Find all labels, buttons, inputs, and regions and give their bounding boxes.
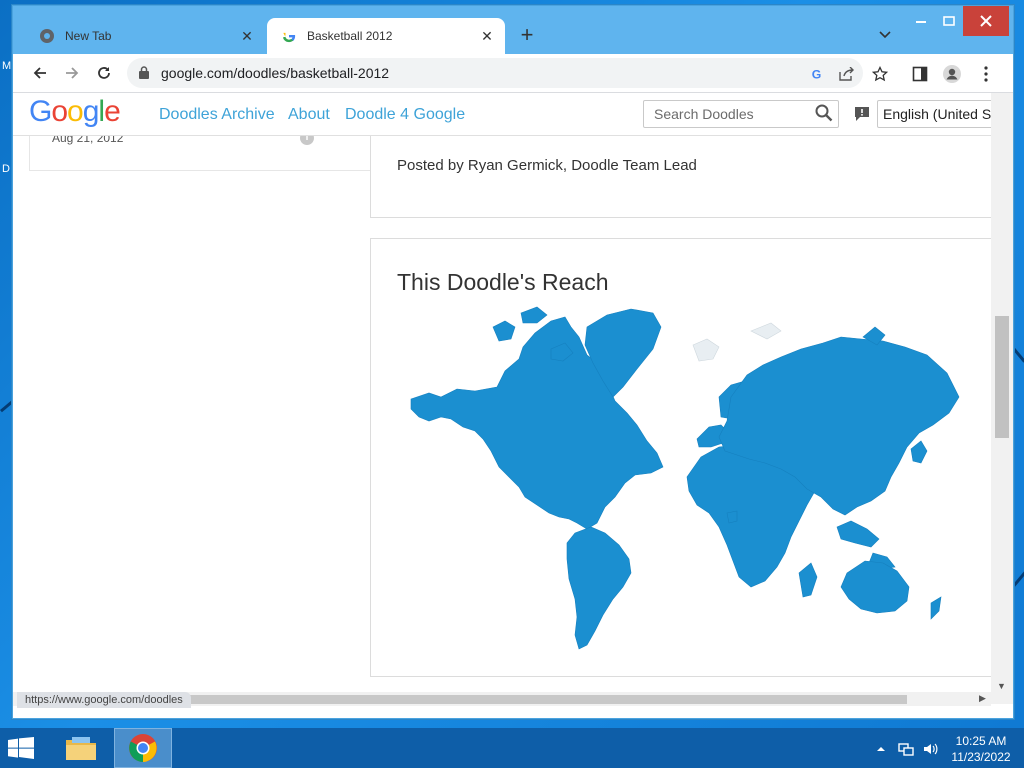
windows-start-icon[interactable] — [8, 737, 34, 764]
google-doodles-logo[interactable]: Google — [29, 95, 121, 129]
status-bar-url: https://www.google.com/doodles — [17, 692, 191, 708]
address-bar[interactable]: google.com/doodles/basketball-2012 G — [127, 58, 863, 88]
language-selected: English (United States) — [883, 106, 991, 122]
nav-doodles-archive[interactable]: Doodles Archive — [159, 106, 275, 124]
tab-basketball-2012[interactable]: Basketball 2012 ✕ — [267, 18, 505, 54]
bookmark-star-icon[interactable] — [869, 63, 891, 85]
vertical-scrollbar[interactable]: ▼ — [991, 93, 1013, 704]
reach-card: This Doodle's Reach — [370, 238, 991, 677]
close-tab-icon[interactable]: ✕ — [477, 26, 497, 46]
post-card: Posted by Ryan Germick, Doodle Team Lead — [370, 123, 991, 218]
close-tab-icon[interactable]: ✕ — [237, 26, 257, 46]
profile-avatar-icon[interactable] — [941, 63, 963, 85]
vertical-scrollbar-thumb[interactable] — [995, 316, 1009, 438]
forward-arrow-icon[interactable] — [59, 60, 85, 86]
search-doodles-input[interactable]: Search Doodles — [643, 100, 839, 128]
nav-doodle-4-google[interactable]: Doodle 4 Google — [345, 106, 465, 124]
feedback-icon[interactable] — [853, 105, 871, 123]
side-panel-icon[interactable] — [909, 63, 931, 85]
new-tab-icon[interactable]: + — [515, 24, 539, 48]
reach-title: This Doodle's Reach — [397, 269, 609, 295]
file-explorer-icon[interactable] — [60, 728, 102, 768]
close-window-icon[interactable] — [963, 6, 1009, 36]
language-select[interactable]: English (United States) — [877, 100, 991, 128]
url-text: google.com/doodles/basketball-2012 — [161, 65, 390, 81]
maximize-icon[interactable] — [937, 6, 961, 36]
tab-new-tab[interactable]: New Tab ✕ — [25, 18, 265, 54]
search-placeholder: Search Doodles — [654, 106, 754, 122]
chrome-favicon-icon — [39, 28, 55, 44]
back-arrow-icon[interactable] — [27, 60, 53, 86]
show-hidden-icons-icon[interactable] — [874, 740, 888, 758]
tab-label: New Tab — [65, 29, 112, 43]
world-map-icon — [410, 306, 960, 650]
posted-by-text: Posted by Ryan Germick, Doodle Team Lead — [397, 157, 697, 174]
tab-search-chevron-icon[interactable] — [875, 26, 895, 46]
browser-toolbar: google.com/doodles/basketball-2012 G — [13, 54, 1013, 93]
search-icon[interactable] — [815, 104, 833, 127]
svg-text:G: G — [812, 67, 822, 81]
volume-icon[interactable] — [920, 740, 940, 758]
clock-date: 11/23/2022 — [951, 750, 1011, 764]
share-icon[interactable] — [837, 65, 857, 83]
desktop-icon-label[interactable]: M — [2, 60, 11, 72]
more-options-icon[interactable] — [975, 63, 997, 85]
google-favicon-icon — [281, 28, 297, 44]
system-clock[interactable]: 10:25 AM 11/23/2022 — [944, 733, 1018, 765]
google-translate-icon[interactable]: G — [807, 65, 827, 83]
scroll-right-arrow-icon[interactable]: ▶ — [979, 693, 986, 704]
clock-time: 10:25 AM — [955, 734, 1007, 748]
page-viewport: Aug 21, 2012 i Posted by Ryan Germick, D… — [13, 93, 991, 691]
lock-icon[interactable] — [139, 66, 149, 84]
network-icon[interactable] — [896, 740, 916, 758]
browser-titlebar: New Tab ✕ Basketball 2012 ✕ + — [13, 6, 1013, 54]
doodles-header: Google Doodles Archive About Doodle 4 Go… — [13, 93, 991, 136]
browser-window: New Tab ✕ Basketball 2012 ✕ + google.com… — [12, 5, 1014, 719]
taskbar: 10:25 AM 11/23/2022 — [0, 728, 1024, 768]
chrome-taskbar-icon[interactable] — [114, 728, 172, 768]
nav-about[interactable]: About — [288, 106, 330, 124]
tab-label: Basketball 2012 — [307, 29, 393, 43]
minimize-icon[interactable] — [909, 6, 933, 36]
reload-icon[interactable] — [91, 60, 117, 86]
desktop-icon-label[interactable]: D — [2, 163, 10, 175]
scroll-down-arrow-icon[interactable]: ▼ — [997, 681, 1006, 691]
